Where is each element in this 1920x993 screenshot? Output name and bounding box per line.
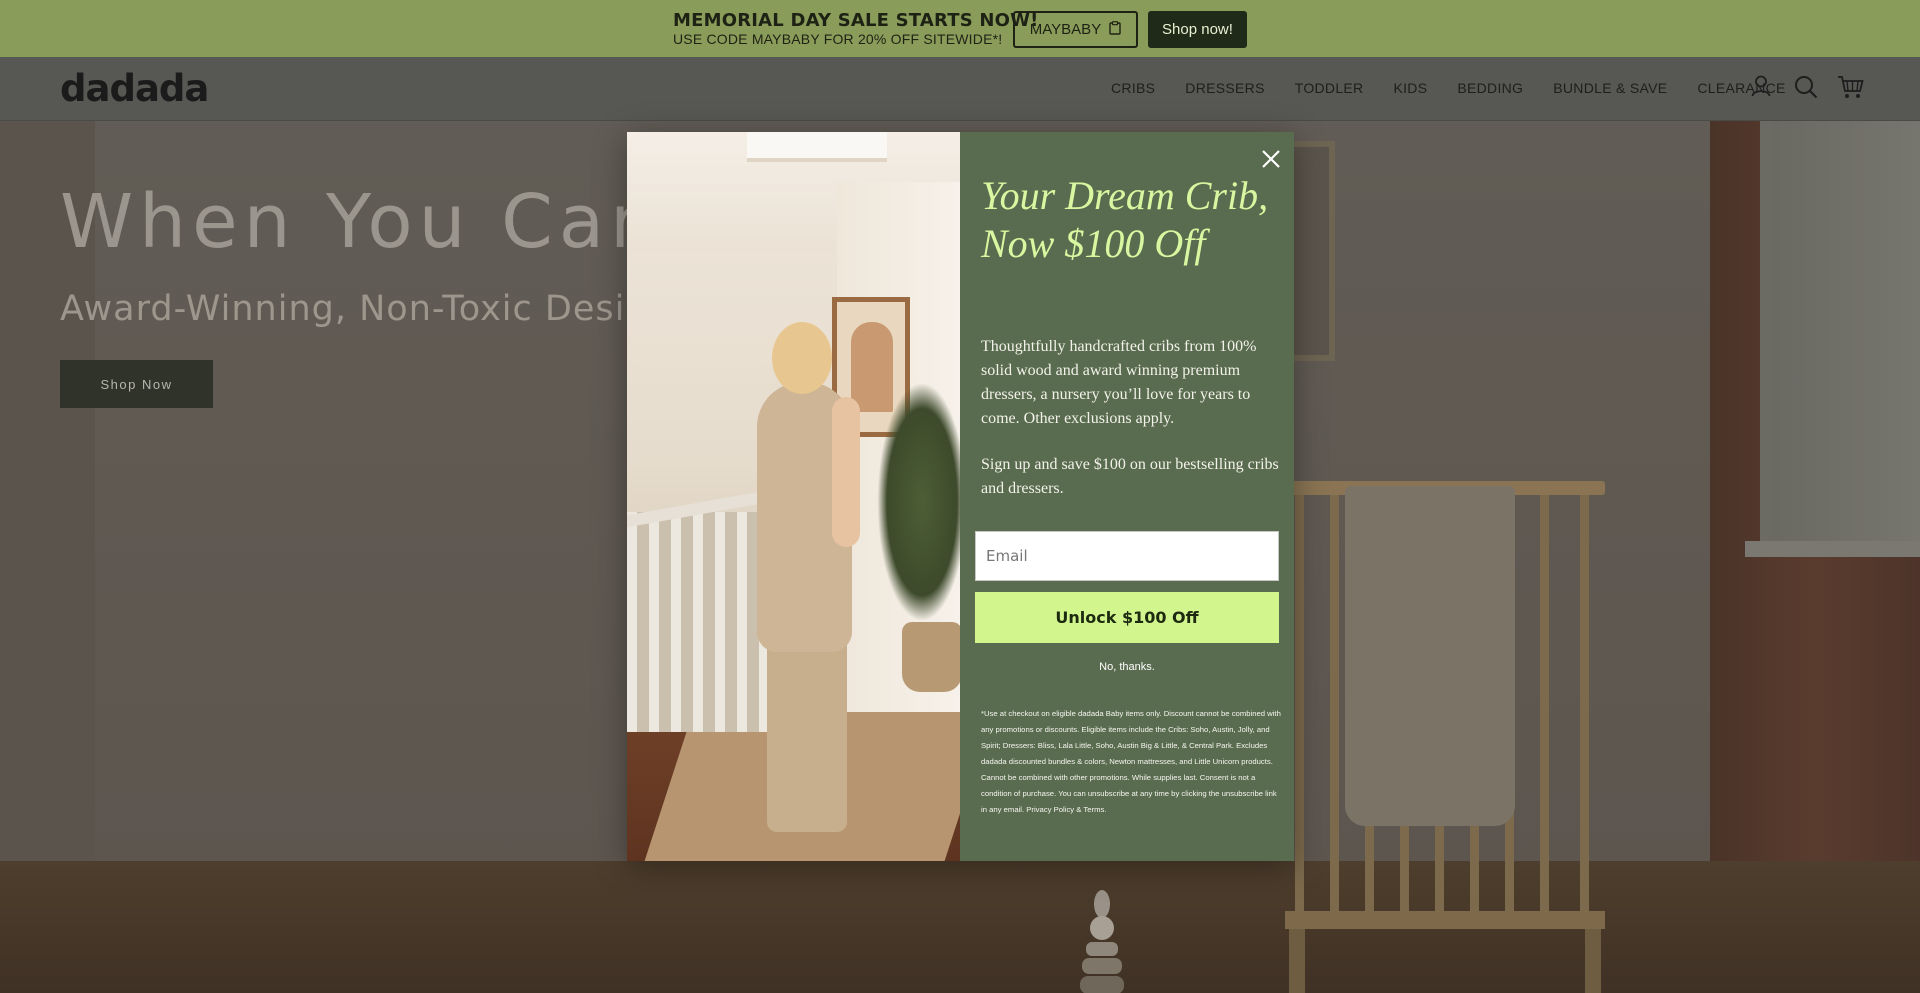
cart-icon[interactable] <box>1837 75 1864 104</box>
announcement-subline: USE CODE MAYBABY FOR 20% OFF SITEWIDE*! <box>673 31 1003 47</box>
announcement-text: MEMORIAL DAY SALE STARTS NOW! USE CODE M… <box>673 10 1039 48</box>
modal-headline: Your Dream Crib, Now $100 Off <box>981 173 1269 266</box>
main-nav: CRIBS DRESSERS TODDLER KIDS BEDDING BUND… <box>1111 80 1816 96</box>
hero-subtitle: Award-Winning, Non-Toxic Design f <box>60 289 698 329</box>
unlock-offer-button[interactable]: Unlock $100 Off <box>975 592 1279 643</box>
hero-title: When You Care <box>60 179 697 265</box>
hero-window-sill <box>1745 541 1920 557</box>
announcement-headline: MEMORIAL DAY SALE STARTS NOW! <box>673 10 1039 31</box>
nav-item-dressers[interactable]: DRESSERS <box>1185 80 1264 96</box>
modal-offer-text: Sign up and save $100 on our bestselling… <box>981 456 1279 497</box>
hero-shop-now-button[interactable]: Shop Now <box>60 360 213 408</box>
hero-blanket <box>1345 486 1515 826</box>
email-input[interactable] <box>975 531 1279 581</box>
modal-photo <box>627 132 960 861</box>
clipboard-icon <box>1109 20 1121 39</box>
hero-floor <box>0 861 1920 993</box>
account-icon[interactable] <box>1751 75 1771 102</box>
nav-item-cribs[interactable]: CRIBS <box>1111 80 1155 96</box>
hero-toy <box>1080 886 1124 993</box>
signup-modal: Your Dream Crib, Now $100 Off Thoughtful… <box>627 132 1294 861</box>
nav-item-bedding[interactable]: BEDDING <box>1457 80 1523 96</box>
modal-fine-print: *Use at checkout on eligible dadada Baby… <box>981 709 1281 814</box>
nav-item-toddler[interactable]: TODDLER <box>1295 80 1364 96</box>
site-header: dadada CRIBS DRESSERS TODDLER KIDS BEDDI… <box>0 57 1920 121</box>
modal-form-panel: Your Dream Crib, Now $100 Off Thoughtful… <box>960 132 1294 861</box>
nav-item-clearance[interactable]: CLEARANCE <box>1697 80 1785 96</box>
nav-item-kids[interactable]: KIDS <box>1393 80 1427 96</box>
code-label: MAYBABY <box>1029 21 1102 38</box>
search-icon[interactable] <box>1794 75 1818 104</box>
hero-window <box>1760 121 1920 541</box>
modal-description: Thoughtfully handcrafted cribs from 100%… <box>981 338 1257 427</box>
announcement-bar: MEMORIAL DAY SALE STARTS NOW! USE CODE M… <box>0 0 1920 57</box>
nav-item-bundle-save[interactable]: BUNDLE & SAVE <box>1553 80 1667 96</box>
copy-code-button[interactable]: MAYBABY <box>1013 11 1138 48</box>
logo[interactable]: dadada <box>60 67 209 110</box>
close-icon[interactable] <box>1257 145 1285 173</box>
shop-now-button[interactable]: Shop now! <box>1148 11 1247 48</box>
no-thanks-link[interactable]: No, thanks. <box>960 661 1294 673</box>
